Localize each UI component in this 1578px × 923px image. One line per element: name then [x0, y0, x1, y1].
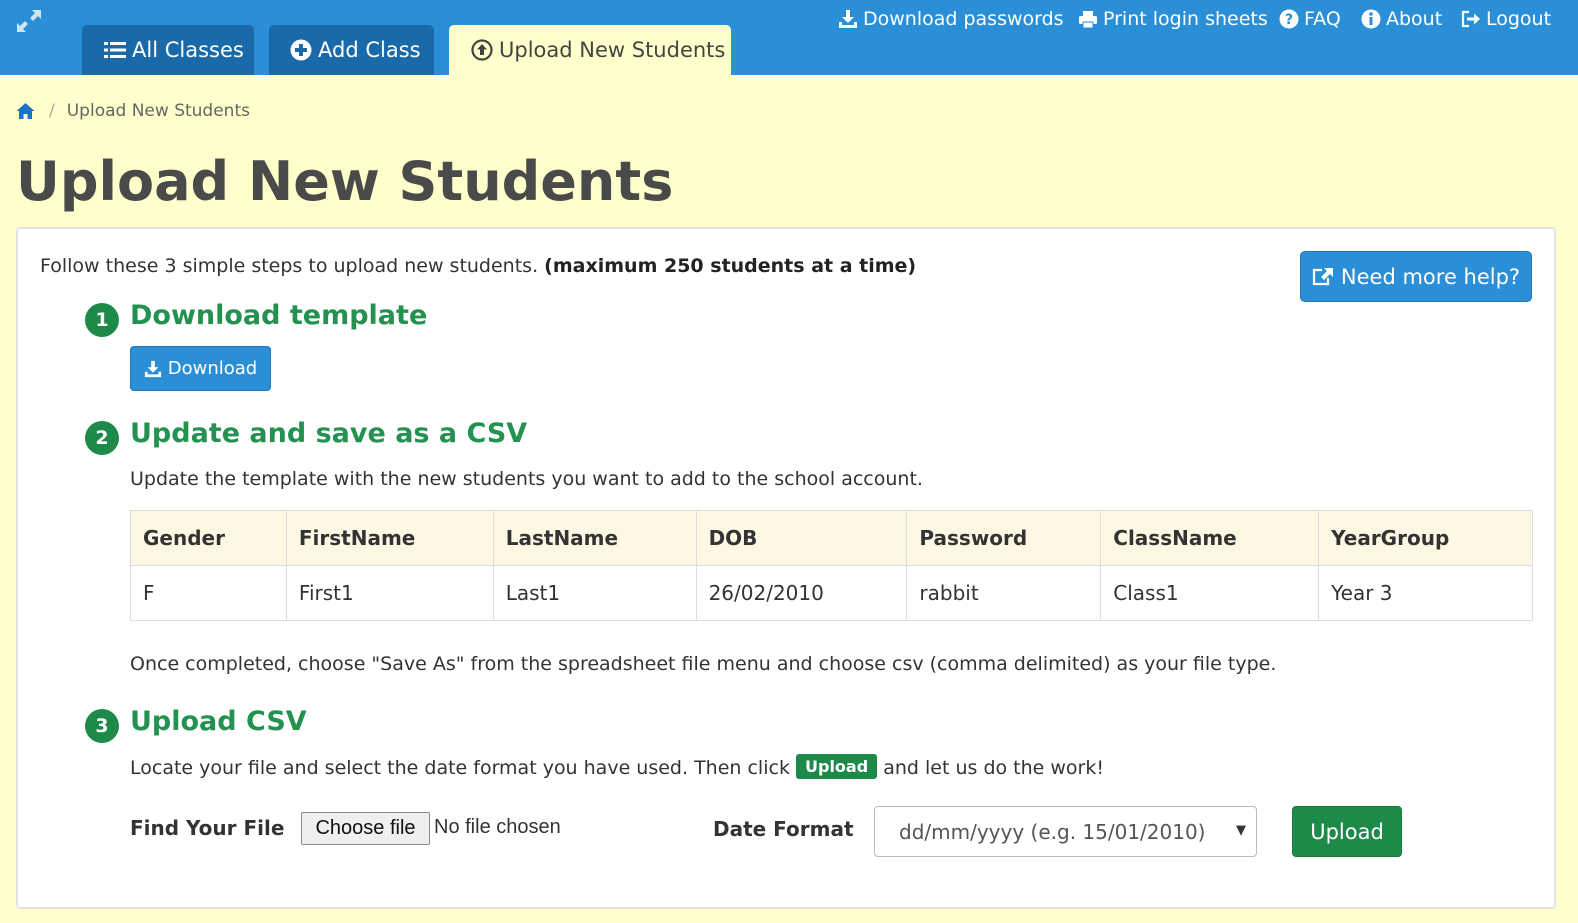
- tab-upload-label: Upload New Students: [499, 38, 726, 62]
- step-1-number: 1: [85, 303, 119, 337]
- home-icon[interactable]: [16, 102, 35, 120]
- step-2-title: Update and save as a CSV: [130, 418, 528, 449]
- question-circle-icon: ?: [1279, 9, 1299, 29]
- date-format-label: Date Format: [713, 817, 854, 841]
- step-2-number: 2: [85, 421, 119, 455]
- table-cell: rabbit: [906, 565, 1102, 621]
- table-header-row: Gender FirstName LastName DOB Password C…: [130, 510, 1533, 566]
- step-2-description: Update the template with the new student…: [130, 468, 923, 490]
- logout-icon: [1461, 10, 1480, 28]
- about-link[interactable]: About: [1361, 6, 1442, 32]
- print-icon: [1079, 10, 1097, 28]
- svg-text:?: ?: [1285, 12, 1293, 28]
- expand-icon[interactable]: [14, 6, 44, 36]
- file-status: No file chosen: [434, 816, 561, 838]
- step-2-footer: Once completed, choose "Save As" from th…: [130, 653, 1277, 675]
- faq-label: FAQ: [1304, 8, 1341, 30]
- list-icon: [104, 42, 126, 58]
- upload-circle-icon: [471, 39, 493, 61]
- chevron-down-icon: ▼: [1236, 823, 1246, 838]
- info-circle-icon: [1361, 9, 1381, 29]
- table-cell: Class1: [1100, 565, 1320, 621]
- download-icon: [839, 10, 857, 28]
- tab-all-classes[interactable]: All Classes: [82, 25, 254, 75]
- need-more-help-label: Need more help?: [1340, 264, 1521, 289]
- download-passwords-label: Download passwords: [863, 8, 1064, 30]
- upload-button[interactable]: Upload: [1292, 806, 1402, 857]
- column-header: YearGroup: [1318, 510, 1533, 566]
- column-header: Gender: [130, 510, 287, 566]
- step-3-description-start: Locate your file and select the date for…: [130, 757, 790, 779]
- intro-text-main: Follow these 3 simple steps to upload ne…: [40, 255, 539, 277]
- template-table: Gender FirstName LastName DOB Password C…: [130, 510, 1533, 621]
- page-title: Upload New Students: [16, 150, 674, 213]
- table-cell: Year 3: [1318, 565, 1533, 621]
- date-format-select[interactable]: dd/mm/yyyy (e.g. 15/01/2010) ▼: [874, 806, 1257, 857]
- upload-badge: Upload: [796, 754, 878, 779]
- table-cell: F: [130, 565, 287, 621]
- breadcrumb-current: Upload New Students: [66, 101, 250, 121]
- choose-file-button[interactable]: Choose file: [301, 812, 430, 845]
- column-header: DOB: [695, 510, 908, 566]
- find-file-label: Find Your File: [130, 816, 285, 840]
- tab-add-class-label: Add Class: [318, 38, 421, 62]
- download-template-label: Download: [167, 358, 258, 379]
- step-3-title: Upload CSV: [130, 706, 307, 737]
- print-login-sheets-link[interactable]: Print login sheets: [1078, 6, 1268, 32]
- about-label: About: [1386, 8, 1443, 30]
- tab-all-classes-label: All Classes: [132, 38, 244, 62]
- download-template-button[interactable]: Download: [130, 346, 271, 391]
- upload-panel: Follow these 3 simple steps to upload ne…: [16, 227, 1556, 909]
- plus-circle-icon: [290, 39, 312, 61]
- step-3-number: 3: [85, 709, 119, 743]
- need-more-help-button[interactable]: Need more help?: [1300, 251, 1532, 302]
- intro-text: Follow these 3 simple steps to upload ne…: [40, 255, 916, 277]
- print-login-sheets-label: Print login sheets: [1103, 8, 1268, 30]
- table-row: F First1 Last1 26/02/2010 rabbit Class1 …: [130, 565, 1533, 621]
- column-header: FirstName: [285, 510, 494, 566]
- step-1-title: Download template: [130, 300, 428, 331]
- external-link-icon: [1312, 268, 1333, 286]
- column-header: ClassName: [1100, 510, 1320, 566]
- table-cell: First1: [285, 565, 494, 621]
- table-cell: 26/02/2010: [695, 565, 908, 621]
- top-navigation-bar: All Classes Add Class Upload New Student…: [0, 0, 1578, 75]
- date-format-value: dd/mm/yyyy (e.g. 15/01/2010): [899, 819, 1206, 844]
- download-passwords-link[interactable]: Download passwords: [838, 6, 1064, 32]
- faq-link[interactable]: ? FAQ: [1279, 6, 1341, 32]
- tab-add-class[interactable]: Add Class: [269, 25, 434, 75]
- table-cell: Last1: [492, 565, 697, 621]
- breadcrumb: / Upload New Students: [16, 98, 250, 124]
- logout-link[interactable]: Logout: [1461, 6, 1551, 32]
- column-header: LastName: [492, 510, 697, 566]
- breadcrumb-separator: /: [49, 101, 55, 121]
- tab-upload-new-students[interactable]: Upload New Students: [449, 25, 731, 75]
- step-3-description: Locate your file and select the date for…: [130, 754, 1104, 781]
- step-3-description-end: and let us do the work!: [883, 757, 1104, 779]
- intro-text-limit: (maximum 250 students at a time): [544, 255, 917, 277]
- logout-label: Logout: [1486, 8, 1552, 30]
- column-header: Password: [906, 510, 1102, 566]
- download-icon: [144, 360, 161, 377]
